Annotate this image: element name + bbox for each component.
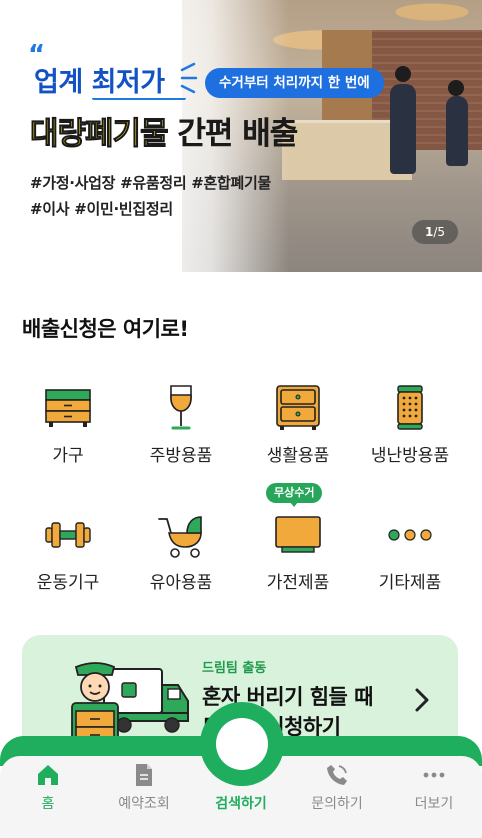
nav-reservation[interactable]: 예약조회 <box>96 763 192 823</box>
category-label: 유아용품 <box>149 573 213 593</box>
nav-more[interactable]: 더보기 <box>386 763 482 823</box>
nav-label: 예약조회 <box>118 796 170 812</box>
nav-inquiry[interactable]: 문의하기 <box>289 763 385 823</box>
category-label: 기타제품 <box>378 573 442 593</box>
stroller-icon <box>158 516 202 558</box>
document-icon <box>136 764 152 786</box>
furniture-icon <box>45 389 91 427</box>
nav-label: 더보기 <box>414 796 454 812</box>
category-furniture[interactable]: 가구 <box>8 384 128 484</box>
banner-hashtags-2: #이사 #이민·빈집정리 <box>30 200 173 218</box>
free-pickup-badge: 무상수거 <box>266 483 323 507</box>
home-icon <box>38 765 58 785</box>
category-kitchen[interactable]: 주방용품 <box>121 384 241 484</box>
nav-search-label[interactable]: 검색하기 <box>193 793 289 813</box>
category-exercise[interactable]: 운동기구 <box>8 511 128 611</box>
more-dots-icon <box>388 529 432 541</box>
headline-rest: 간편 배출 <box>167 116 298 152</box>
promo-subtitle: 드림팀 출동 <box>202 661 267 676</box>
wine-glass-icon <box>170 385 192 430</box>
spark-lines-icon <box>180 62 198 94</box>
category-label: 주방용품 <box>149 446 213 466</box>
category-label: 가전제품 <box>266 573 330 593</box>
banner-headline-2: 대량폐기물 간편 배출 <box>30 108 299 153</box>
dumbbell-icon <box>45 522 91 548</box>
category-label: 가구 <box>52 446 84 466</box>
banner-headline-1: 업계 최저가 <box>34 67 165 98</box>
hero-banner[interactable]: “ 업계 최저가 수거부터 처리까지 한 번에 대량폐기물 간편 배출 #가정·… <box>0 0 482 272</box>
drawer-cabinet-icon <box>276 385 320 430</box>
search-fab[interactable] <box>200 702 284 786</box>
category-heating-cooling[interactable]: 냉난방용품 <box>350 384 470 484</box>
category-label: 생활용품 <box>266 446 330 466</box>
nav-label: 문의하기 <box>311 796 363 812</box>
category-label: 냉난방용품 <box>370 446 450 466</box>
search-icon <box>216 718 268 770</box>
banner-hashtags-1: #가정·사업장 #유품정리 #혼합폐기물 <box>30 174 272 192</box>
tv-icon <box>275 516 321 553</box>
banner-pill: 수거부터 처리까지 한 번에 <box>205 68 384 98</box>
chevron-right-icon <box>415 688 429 712</box>
headline-underline <box>92 96 186 100</box>
category-household[interactable]: 생활용품 <box>238 384 358 484</box>
category-label: 운동기구 <box>36 573 100 593</box>
nav-label: 홈 <box>41 796 55 812</box>
banner-page-indicator: 1/5 <box>412 220 458 244</box>
heater-icon <box>397 385 423 430</box>
nav-home[interactable]: 홈 <box>0 763 96 823</box>
category-appliances[interactable]: 무상수거 가전제품 <box>238 483 358 611</box>
category-etc[interactable]: 기타제품 <box>350 511 470 611</box>
page-total: /5 <box>433 225 446 239</box>
phone-icon <box>327 765 347 785</box>
category-baby[interactable]: 유아용품 <box>121 511 241 611</box>
more-horizontal-icon <box>423 772 445 778</box>
section-title: 배출신청은 여기로! <box>22 317 189 341</box>
headline-highlight: 대량폐기물 <box>30 116 170 153</box>
